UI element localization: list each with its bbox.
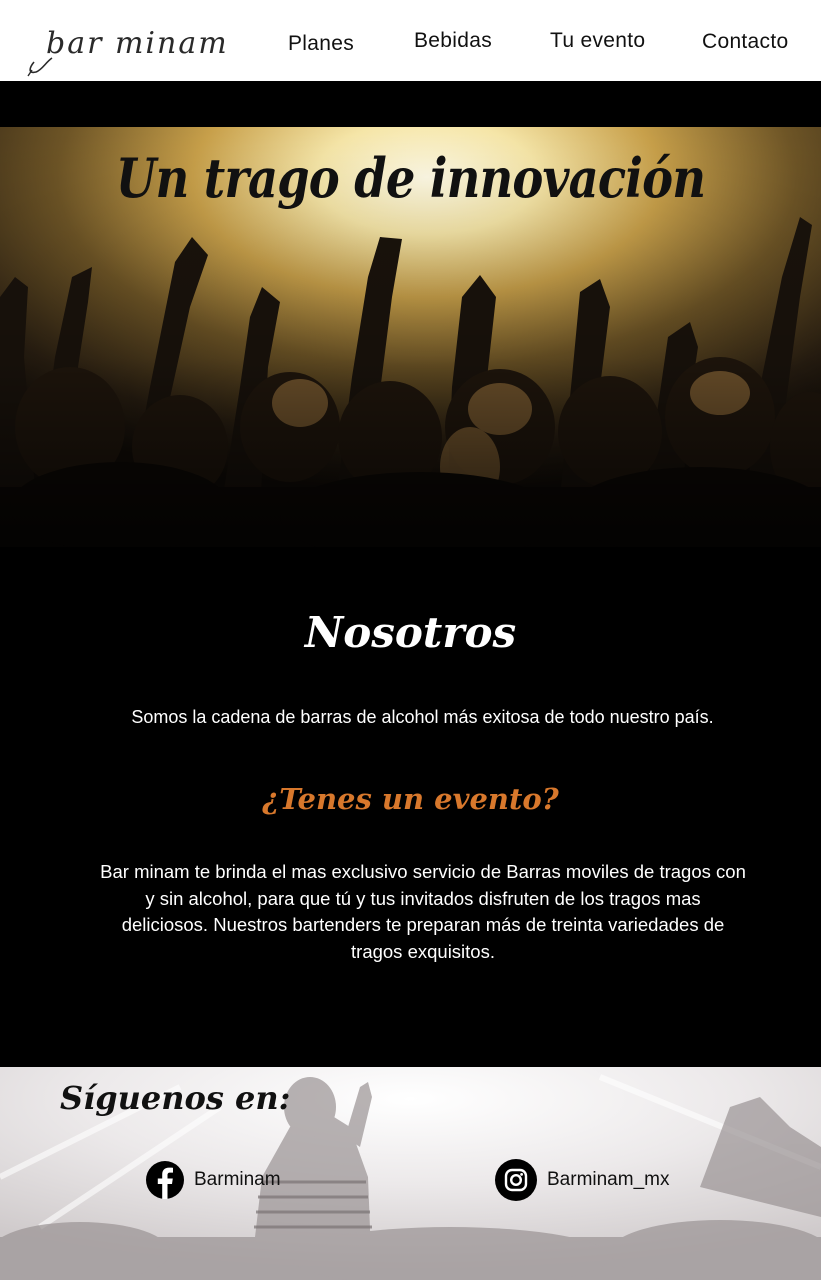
nav-bebidas[interactable]: Bebidas [414,29,492,53]
facebook-link[interactable]: Barminam [146,1159,281,1201]
event-text: Bar minam te brinda el mas exclusivo ser… [100,861,746,962]
logo-text: bar minam [46,26,229,61]
nav-tu-evento[interactable]: Tu evento [550,29,645,53]
nav-planes[interactable]: Planes [288,32,354,56]
facebook-handle: Barminam [194,1169,281,1190]
site-footer: Síguenos en: Barminam Barminam_mx [0,1067,821,1280]
about-title: Nosotros [304,608,517,657]
instagram-handle: Barminam_mx [547,1169,670,1190]
instagram-link[interactable]: Barminam_mx [495,1159,669,1201]
facebook-icon [146,1161,184,1199]
site-logo[interactable]: bar minam [24,22,227,78]
follow-us-title: Síguenos en: [60,1079,291,1117]
nav-contacto[interactable]: Contacto [702,30,788,54]
event-title: ¿Tenes un evento? [262,782,559,816]
instagram-icon [495,1159,537,1201]
site-header: bar minam Planes Bebidas Tu evento Conta… [0,0,821,81]
hero-title: Un trago de innovación [115,146,706,210]
about-text: Somos la cadena de barras de alcohol más… [131,707,714,727]
